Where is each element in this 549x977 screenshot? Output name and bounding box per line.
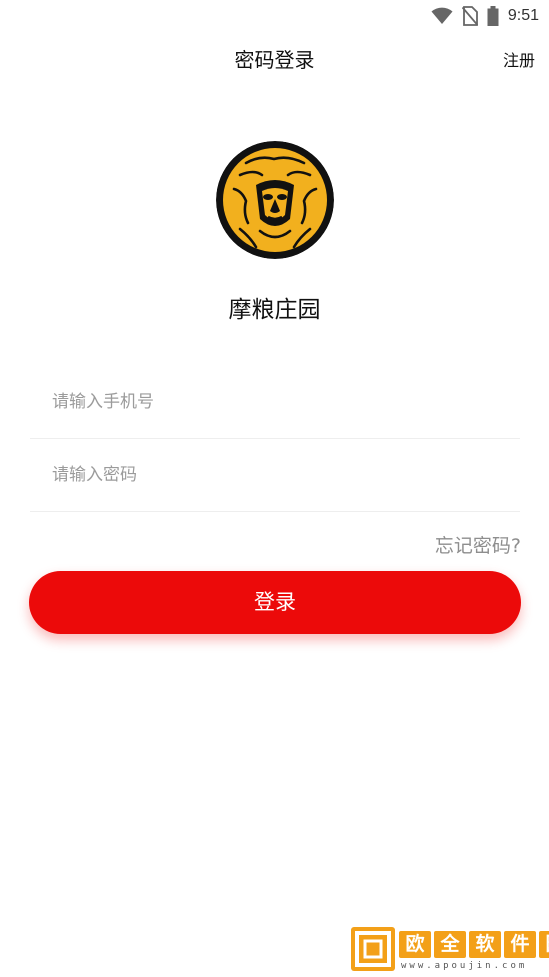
forgot-password-link[interactable]: 忘记密码? [435, 531, 521, 558]
watermark-text: 欧 全 软 件 园 [399, 931, 549, 958]
battery-icon [487, 6, 499, 26]
watermark: 欧 全 软 件 园 www.apoujin.com [351, 927, 549, 973]
page-title: 密码登录 [234, 48, 315, 72]
watermark-char: 件 [504, 931, 536, 958]
phone-field [30, 366, 520, 439]
password-field [30, 439, 520, 512]
no-sim-icon [461, 6, 478, 26]
app-name: 摩粮庄园 [228, 297, 321, 323]
watermark-logo-icon [351, 927, 395, 971]
status-icons: 9:51 [431, 5, 539, 27]
title-bar: 密码登录 注册 [0, 32, 549, 80]
watermark-char: 软 [469, 931, 501, 958]
status-bar: 9:51 [0, 0, 549, 32]
wifi-icon [431, 7, 453, 24]
watermark-char: 欧 [399, 931, 431, 958]
watermark-url: www.apoujin.com [401, 961, 528, 971]
watermark-char: 全 [434, 931, 466, 958]
lion-logo-icon [216, 141, 334, 259]
watermark-char: 园 [539, 931, 549, 958]
password-input[interactable] [30, 439, 520, 511]
status-time: 9:51 [507, 7, 539, 24]
phone-input[interactable] [30, 366, 520, 438]
app-logo [216, 141, 334, 259]
login-button[interactable]: 登录 [29, 571, 521, 634]
register-link[interactable]: 注册 [503, 47, 535, 71]
